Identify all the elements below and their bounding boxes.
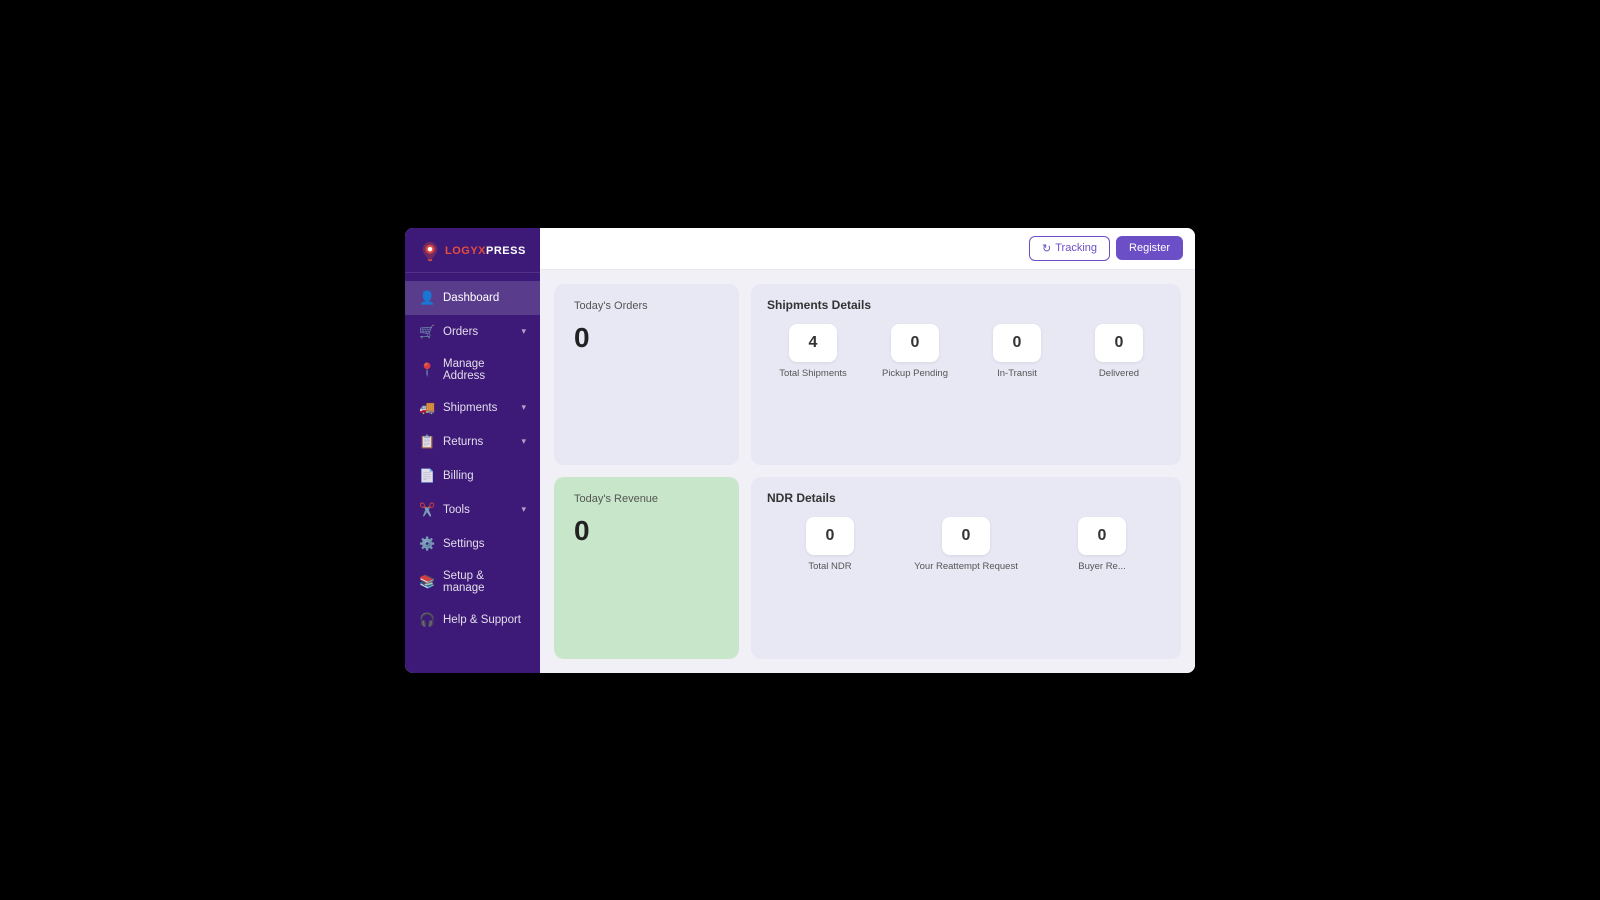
sidebar-item-dashboard-label: Dashboard	[443, 292, 526, 304]
sidebar-item-help-support-label: Help & Support	[443, 614, 526, 626]
returns-arrow: ▾	[521, 436, 526, 447]
delivered-stat: 0 Delivered	[1073, 324, 1165, 379]
reattempt-label: Your Reattempt Request	[914, 561, 1018, 572]
ndr-details-card: NDR Details 0 Total NDR 0 Your Reattempt…	[751, 477, 1181, 659]
shipments-arrow: ▾	[521, 402, 526, 413]
tracking-icon: ↻	[1042, 242, 1051, 255]
today-orders-value: 0	[574, 322, 719, 354]
sidebar: LOGYXPRESS 👤 Dashboard 🛒 Orders ▾ 📍 Mana…	[405, 228, 540, 673]
sidebar-item-billing[interactable]: 📄 Billing	[405, 459, 540, 493]
total-shipments-label: Total Shipments	[779, 368, 847, 379]
sidebar-nav: 👤 Dashboard 🛒 Orders ▾ 📍 Manage Address …	[405, 273, 540, 673]
logo-area: LOGYXPRESS	[405, 228, 540, 273]
shipments-icon: 🚚	[419, 400, 435, 416]
sidebar-item-shipments-label: Shipments	[443, 402, 513, 414]
help-support-icon: 🎧	[419, 612, 435, 628]
pickup-pending-stat: 0 Pickup Pending	[869, 324, 961, 379]
bottom-cards-row: Today's Revenue 0 NDR Details 0 Total ND…	[554, 477, 1181, 659]
total-ndr-stat: 0 Total NDR	[767, 517, 893, 572]
reattempt-stat: 0 Your Reattempt Request	[903, 517, 1029, 572]
sidebar-item-tools-label: Tools	[443, 504, 513, 516]
pickup-pending-label: Pickup Pending	[882, 368, 948, 379]
sidebar-item-settings-label: Settings	[443, 538, 526, 550]
in-transit-value: 0	[993, 324, 1041, 362]
sidebar-item-returns[interactable]: 📋 Returns ▾	[405, 425, 540, 459]
register-label: Register	[1129, 242, 1170, 254]
sidebar-item-dashboard[interactable]: 👤 Dashboard	[405, 281, 540, 315]
ndr-stats-grid: 0 Total NDR 0 Your Reattempt Request 0 B…	[767, 517, 1165, 572]
shipments-details-card: Shipments Details 4 Total Shipments 0 Pi…	[751, 284, 1181, 466]
sidebar-item-shipments[interactable]: 🚚 Shipments ▾	[405, 391, 540, 425]
buyer-re-value: 0	[1078, 517, 1126, 555]
shipments-stats-grid: 4 Total Shipments 0 Pickup Pending 0 In-…	[767, 324, 1165, 379]
sidebar-item-manage-address[interactable]: 📍 Manage Address	[405, 349, 540, 391]
dashboard-body: Today's Orders 0 Shipments Details 4 Tot…	[540, 270, 1195, 673]
tracking-label: Tracking	[1055, 242, 1097, 254]
today-orders-card: Today's Orders 0	[554, 284, 739, 466]
tracking-button[interactable]: ↻ Tracking	[1029, 236, 1110, 261]
in-transit-label: In-Transit	[997, 368, 1037, 379]
logo-icon	[419, 240, 441, 262]
app-window: LOGYXPRESS 👤 Dashboard 🛒 Orders ▾ 📍 Mana…	[405, 228, 1195, 673]
register-button[interactable]: Register	[1116, 236, 1183, 260]
reattempt-value: 0	[942, 517, 990, 555]
buyer-re-stat: 0 Buyer Re...	[1039, 517, 1165, 572]
sidebar-item-settings[interactable]: ⚙️ Settings	[405, 527, 540, 561]
total-ndr-label: Total NDR	[808, 561, 851, 572]
in-transit-stat: 0 In-Transit	[971, 324, 1063, 379]
total-shipments-value: 4	[789, 324, 837, 362]
dashboard-icon: 👤	[419, 290, 435, 306]
orders-icon: 🛒	[419, 324, 435, 340]
tools-icon: ✂️	[419, 502, 435, 518]
sidebar-item-help-support[interactable]: 🎧 Help & Support	[405, 603, 540, 637]
today-revenue-label: Today's Revenue	[574, 493, 719, 505]
today-revenue-card: Today's Revenue 0	[554, 477, 739, 659]
sidebar-item-billing-label: Billing	[443, 470, 526, 482]
sidebar-item-returns-label: Returns	[443, 436, 513, 448]
shipments-details-title: Shipments Details	[767, 298, 1165, 312]
total-shipments-stat: 4 Total Shipments	[767, 324, 859, 379]
orders-arrow: ▾	[521, 326, 526, 337]
total-ndr-value: 0	[806, 517, 854, 555]
returns-icon: 📋	[419, 434, 435, 450]
delivered-label: Delivered	[1099, 368, 1139, 379]
header: ↻ Tracking Register	[540, 228, 1195, 270]
sidebar-item-orders-label: Orders	[443, 326, 513, 338]
tools-arrow: ▾	[521, 504, 526, 515]
sidebar-item-setup-manage-label: Setup & manage	[443, 570, 526, 594]
settings-icon: ⚙️	[419, 536, 435, 552]
setup-manage-icon: 📚	[419, 574, 435, 590]
main-content: ↻ Tracking Register Today's Orders 0 Shi…	[540, 228, 1195, 673]
buyer-re-label: Buyer Re...	[1078, 561, 1126, 572]
top-cards-row: Today's Orders 0 Shipments Details 4 Tot…	[554, 284, 1181, 466]
sidebar-item-tools[interactable]: ✂️ Tools ▾	[405, 493, 540, 527]
logo-text: LOGYXPRESS	[445, 245, 526, 257]
sidebar-item-setup-manage[interactable]: 📚 Setup & manage	[405, 561, 540, 603]
sidebar-item-orders[interactable]: 🛒 Orders ▾	[405, 315, 540, 349]
today-revenue-value: 0	[574, 515, 719, 547]
sidebar-item-manage-address-label: Manage Address	[443, 358, 526, 382]
delivered-value: 0	[1095, 324, 1143, 362]
pickup-pending-value: 0	[891, 324, 939, 362]
billing-icon: 📄	[419, 468, 435, 484]
ndr-details-title: NDR Details	[767, 491, 1165, 505]
manage-address-icon: 📍	[419, 362, 435, 378]
today-orders-label: Today's Orders	[574, 300, 719, 312]
